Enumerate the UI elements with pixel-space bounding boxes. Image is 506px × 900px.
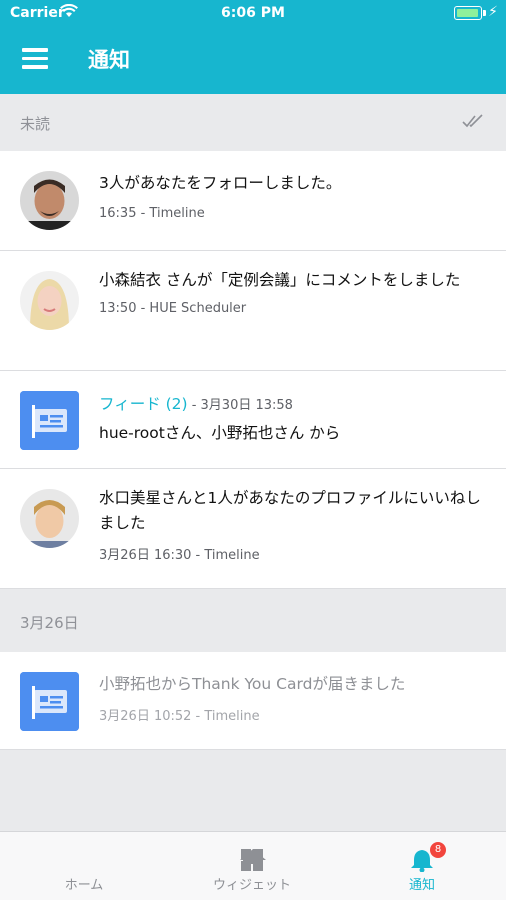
feed-card-icon (20, 391, 79, 450)
notification-message: hue-rootさん、小野拓也さん から (99, 424, 341, 442)
tab-home-label: ホーム (64, 878, 104, 893)
notification-item[interactable]: 小野拓也からThank You Cardが届きました 3月26日 10:52 -… (0, 652, 506, 750)
notification-meta: 3月26日 16:30 - Timeline (99, 548, 260, 563)
bell-icon (411, 850, 433, 872)
page-title: 通知 (88, 48, 130, 72)
feed-card-icon (20, 672, 79, 731)
notification-item[interactable]: 小森結衣 さんが「定例会議」にコメントをしました 13:50 - HUE Sch… (0, 251, 506, 371)
section-label-unread: 未読 (20, 115, 51, 133)
battery-icon (454, 6, 486, 20)
notification-message: 水口美星さんと1人があなたのプロファイルにいいねしました (99, 489, 481, 532)
notification-item[interactable]: フィード (2) - 3月30日 13:58 hue-rootさん、小野拓也さん… (0, 371, 506, 469)
charging-icon: ⚡ (488, 4, 498, 20)
tab-widget-label: ウィジェット (212, 878, 291, 893)
status-bar: Carrier 6:06 PM ⚡ (0, 0, 506, 28)
notification-message: 小森結衣 さんが「定例会議」にコメントをしました (99, 271, 461, 289)
app-header: Carrier 6:06 PM ⚡ 通知 (0, 0, 506, 94)
notification-item[interactable]: 水口美星さんと1人があなたのプロファイルにいいねしました 3月26日 16:30… (0, 469, 506, 589)
tab-widget[interactable]: ウィジェット (168, 832, 336, 900)
section-header-unread: 未読 (0, 94, 506, 151)
tab-home[interactable]: ホーム (0, 832, 266, 900)
tab-bar: ホーム ウィジェット 8 通知 (0, 831, 506, 900)
section-label-date: 3月26日 (20, 614, 79, 632)
grid-icon (241, 849, 263, 871)
notification-item[interactable]: 3人があなたをフォローしました。 16:35 - Timeline (0, 151, 506, 251)
notification-meta: 13:50 - HUE Scheduler (99, 301, 247, 316)
tab-notifications[interactable]: 8 通知 (338, 832, 506, 900)
menu-icon[interactable] (22, 48, 48, 70)
status-time: 6:06 PM (221, 5, 285, 21)
tab-notifications-label: 通知 (408, 878, 435, 893)
feed-title: フィード (2) (99, 395, 188, 413)
notification-badge: 8 (430, 842, 446, 858)
notification-meta: 16:35 - Timeline (99, 206, 205, 221)
notification-meta: 3月26日 10:52 - Timeline (99, 709, 260, 724)
notification-message: 小野拓也からThank You Cardが届きました (99, 675, 406, 693)
avatar-boy-icon (20, 489, 79, 548)
avatar-man-icon (20, 171, 79, 230)
mark-all-read-icon[interactable] (462, 114, 484, 128)
section-header-date: 3月26日 (0, 589, 506, 652)
notification-message: 3人があなたをフォローしました。 (99, 174, 342, 192)
avatar-woman-icon (20, 271, 79, 330)
feed-date: - 3月30日 13:58 (187, 398, 293, 413)
